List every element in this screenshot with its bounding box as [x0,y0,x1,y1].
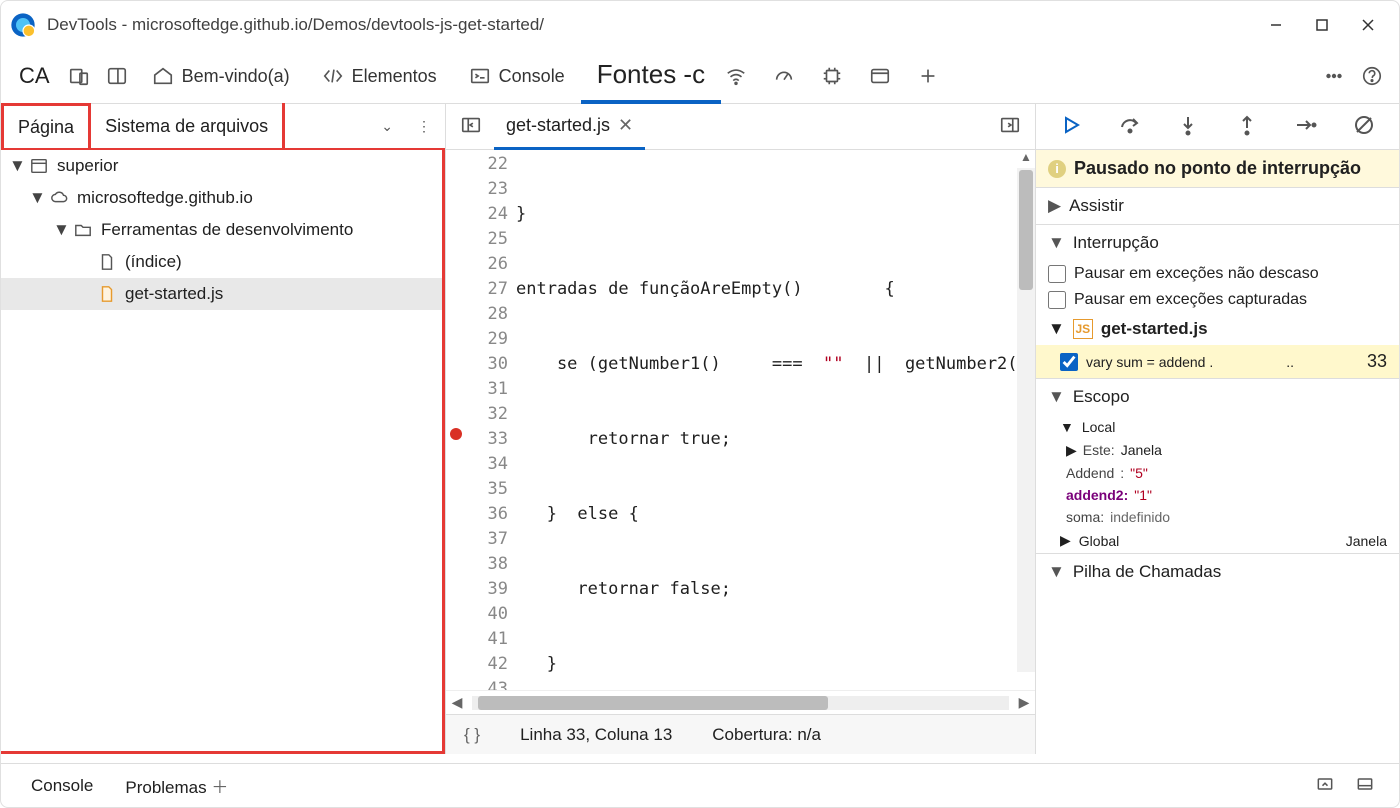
drawer-expand-icon[interactable] [1305,774,1345,797]
scope-soma[interactable]: soma:indefinido [1036,506,1399,528]
coverage-status: Cobertura: n/a [712,725,821,745]
drawer-tab-problems[interactable]: Problemas ＋ [109,773,244,798]
app-icon [9,11,37,39]
editor-statusbar: { } Linha 33, Coluna 13 Cobertura: n/a [446,714,1035,754]
step-into-button[interactable] [1176,113,1200,140]
breakpoints-section: ▼Interrupção Pausar em exceções não desc… [1036,224,1399,378]
code-editor-panel: get-started.js ✕ 22232425262728293031323… [446,104,1036,754]
main-toolbar: CA Bem-vindo(a) Elementos Console Fontes… [1,49,1399,104]
pretty-print-icon[interactable]: { } [464,725,480,745]
frame-icon [29,157,49,175]
breakpoint-marker[interactable] [450,428,462,440]
tree-file-index[interactable]: (índice) [1,246,442,278]
tab-elements[interactable]: Elementos [306,49,453,104]
window-titlebar: DevTools - microsoftedge.github.io/Demos… [1,1,1399,49]
tree-domain[interactable]: ▼ microsoftedge.github.io [1,182,442,214]
horizontal-scrollbar[interactable]: ◀ ▶ [446,690,1035,714]
window-maximize-button[interactable] [1299,9,1345,41]
tree-folder[interactable]: ▼ Ferramentas de desenvolvimento [1,214,442,246]
step-out-button[interactable] [1235,113,1259,140]
vertical-scrollbar[interactable]: ▲ [1017,150,1035,690]
breakpoint-file-row[interactable]: ▼JSget-started.js [1036,313,1399,345]
close-tab-icon[interactable]: ✕ [618,115,633,136]
network-conditions-icon[interactable] [721,61,751,91]
tab-console[interactable]: Console [453,49,581,104]
tab-welcome[interactable]: Bem-vindo(a) [136,49,306,104]
pause-uncaught-checkbox[interactable]: Pausar em exceções não descaso [1036,261,1399,287]
folder-icon [73,221,93,239]
help-icon[interactable] [1357,61,1387,91]
deactivate-breakpoints-button[interactable] [1352,113,1376,140]
file-tree: ▼ superior ▼ microsoftedge.github.io ▼ F… [1,150,445,754]
watch-section[interactable]: ▶Assistir [1036,187,1399,224]
performance-icon[interactable] [769,61,799,91]
file-tab-getstarted[interactable]: get-started.js ✕ [494,104,645,150]
drawer: Console Problemas ＋ [1,763,1399,807]
scope-global[interactable]: ▶GlobalJanela [1036,528,1399,553]
drawer-tab-console[interactable]: Console [15,776,109,796]
js-file-icon [97,285,117,303]
editor-tabs: get-started.js ✕ [446,104,1035,150]
cursor-position: Linha 33, Coluna 13 [520,725,672,745]
inspect-toggle[interactable]: CA [9,63,60,89]
navigator-tab-filesystem[interactable]: Sistema de arquivos [91,103,285,149]
scope-addend[interactable]: Addend:"5" [1036,462,1399,484]
disclosure-icon: ▼ [9,156,21,176]
application-icon[interactable] [865,61,895,91]
more-options-icon[interactable] [1319,61,1349,91]
device-toolbar-icon[interactable] [64,61,94,91]
pause-caught-checkbox[interactable]: Pausar em exceções capturadas [1036,287,1399,313]
scope-addend2[interactable]: addend2:"1" [1036,484,1399,506]
add-tab-icon[interactable] [913,61,943,91]
navigator-tabs: Página Sistema de arquivos ⌄ ⋮ [1,104,445,150]
callstack-section[interactable]: ▼Pilha de Chamadas [1036,553,1399,590]
navigator-panel: Página Sistema de arquivos ⌄ ⋮ ▼ superio… [1,104,446,754]
step-button[interactable] [1293,113,1317,140]
scope-local[interactable]: ▼Local [1036,415,1399,439]
js-badge-icon: JS [1073,319,1093,339]
code-lines[interactable]: } entradas de funçãoAreEmpty() { se (get… [516,150,1017,690]
info-icon: i [1048,160,1066,178]
cloud-icon [49,189,69,207]
tree-file-getstarted[interactable]: get-started.js [1,278,442,310]
debugger-controls [1036,104,1399,150]
navigator-tab-page[interactable]: Página [1,103,91,149]
code-body[interactable]: 2223242526272829303132333435363738394041… [446,150,1035,690]
dock-side-icon[interactable] [102,61,132,91]
tab-sources[interactable]: Fontes -c [581,49,721,104]
toggle-navigator-icon[interactable] [454,114,488,139]
navigator-menu-icon[interactable]: ⋮ [403,118,445,135]
resume-button[interactable] [1059,113,1083,140]
breakpoint-entry[interactable]: vary sum = addend . .. 33 [1036,345,1399,378]
debugger-panel: i Pausado no ponto de interrupção ▶Assis… [1036,104,1399,754]
main-area: Página Sistema de arquivos ⌄ ⋮ ▼ superio… [1,104,1399,754]
add-drawer-tab-icon[interactable]: ＋ [211,778,228,797]
window-close-button[interactable] [1345,9,1391,41]
window-title: DevTools - microsoftedge.github.io/Demos… [47,15,1253,35]
disclosure-icon: ▼ [53,220,65,240]
scope-this[interactable]: ▶Este:Janela [1036,439,1399,462]
window-minimize-button[interactable] [1253,9,1299,41]
step-over-button[interactable] [1118,113,1142,140]
memory-icon[interactable] [817,61,847,91]
drawer-dock-icon[interactable] [1345,774,1385,797]
navigator-more-tabs-icon[interactable]: ⌄ [371,118,403,135]
paused-banner: i Pausado no ponto de interrupção [1036,150,1399,187]
disclosure-icon: ▼ [29,188,41,208]
line-gutter[interactable]: 2223242526272829303132333435363738394041… [446,150,516,690]
document-icon [97,253,117,271]
toggle-debugger-icon[interactable] [993,114,1027,139]
tree-top-frame[interactable]: ▼ superior [1,150,442,182]
scope-section: ▼Escopo ▼Local ▶Este:Janela Addend:"5" a… [1036,378,1399,553]
